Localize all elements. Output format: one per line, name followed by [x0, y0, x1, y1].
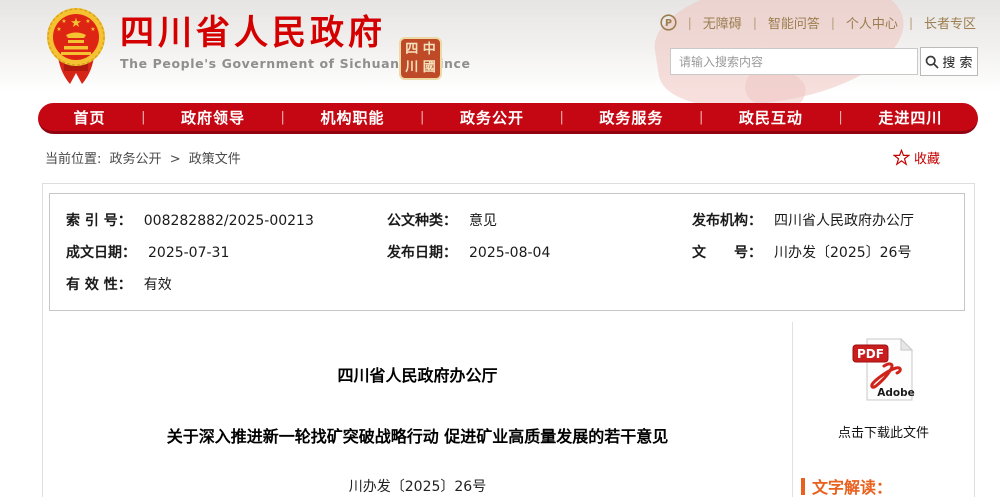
meta-doc-type: 公文种类： 意见 — [371, 205, 676, 237]
section-title: 文字解读： — [812, 474, 892, 497]
nav-separator: | — [699, 110, 703, 125]
section-accent-bar — [801, 478, 805, 495]
meta-value: 008282882/2025-00213 — [144, 213, 314, 229]
nav-separator: | — [281, 110, 285, 125]
seal-char: 川 — [403, 59, 421, 77]
document-meta-grid: 索 引 号： 008282882/2025-00213 公文种类： 意见 发布机构：… — [50, 205, 964, 301]
national-emblem-icon: ★ ★ ★ ★ ★ — [46, 5, 106, 95]
svg-text:★: ★ — [61, 18, 66, 25]
meta-label: 公文种类： — [387, 213, 457, 229]
adobe-label: Adobe — [877, 387, 915, 399]
search-input[interactable] — [670, 48, 918, 75]
nav-item-about-sichuan[interactable]: 走进四川 — [878, 107, 942, 128]
meta-empty-cell — [371, 269, 676, 301]
meta-value: 意见 — [469, 213, 497, 229]
utility-links: P | 无障碍 | 智能问答 | 个人中心 | 长者专区 — [660, 13, 976, 32]
content-panel: 索 引 号： 008282882/2025-00213 公文种类： 意见 发布机构：… — [42, 183, 975, 497]
meta-label: 索 引 号： — [66, 213, 132, 229]
document-title: 关于深入推进新一轮找矿突破战略行动 促进矿业高质量发展的若干意见 — [43, 423, 792, 447]
meta-label: 发布机构： — [692, 213, 762, 229]
meta-index-number: 索 引 号： 008282882/2025-00213 — [50, 205, 371, 237]
meta-publish-date: 发布日期： 2025-08-04 — [371, 237, 676, 269]
document-sidebar: PDF Adobe 点击下载此文件 文字解读： ·自然资源厅：《关于深入推进新一… — [792, 322, 974, 497]
nav-item-interaction[interactable]: 政民互动 — [739, 107, 803, 128]
link-separator: | — [753, 16, 757, 30]
svg-text:★: ★ — [90, 26, 95, 33]
search-button-label: 搜 索 — [942, 52, 972, 71]
nav-separator: | — [838, 110, 842, 125]
link-separator: | — [909, 16, 913, 30]
seal-char: 中 — [421, 41, 439, 59]
breadcrumb-prefix: 当前位置: — [45, 152, 101, 167]
text-interpretation-header: 文字解读： — [801, 474, 974, 497]
svg-text:★: ★ — [85, 18, 90, 25]
link-smart-qa[interactable]: 智能问答 — [768, 13, 820, 32]
meta-doc-number: 文 号： 川办发〔2025〕26号 — [676, 237, 964, 269]
meta-empty-cell — [676, 269, 964, 301]
nav-item-gov-info[interactable]: 政务公开 — [460, 107, 524, 128]
meta-written-date: 成文日期： 2025-07-31 — [50, 237, 371, 269]
svg-text:P: P — [665, 18, 672, 29]
sichuan-seal-stamp: 四 中 川 國 — [399, 37, 442, 80]
breadcrumb-row: 当前位置: 政务公开 > 政策文件 收藏 — [45, 148, 940, 167]
nav-item-functions[interactable]: 机构职能 — [320, 107, 384, 128]
breadcrumb-separator: > — [170, 152, 181, 167]
favorite-label: 收藏 — [914, 148, 940, 167]
search-button[interactable]: 搜 索 — [920, 47, 978, 76]
document-meta-box: 索 引 号： 008282882/2025-00213 公文种类： 意见 发布机构：… — [49, 193, 965, 311]
meta-issuing-agency: 发布机构： 四川省人民政府办公厅 — [676, 205, 964, 237]
document-issuing-org: 四川省人民政府办公厅 — [43, 362, 792, 386]
meta-label: 文 号： — [692, 245, 762, 261]
meta-validity: 有 效 性： 有效 — [50, 269, 371, 301]
pinyin-accessibility-icon[interactable]: P — [660, 14, 677, 31]
meta-label: 成文日期： — [66, 245, 136, 261]
nav-separator: | — [559, 110, 563, 125]
seal-char: 四 — [403, 41, 421, 59]
document-main: 四川省人民政府办公厅 关于深入推进新一轮找矿突破战略行动 促进矿业高质量发展的若… — [43, 322, 792, 497]
link-senior-zone[interactable]: 长者专区 — [924, 13, 976, 32]
document-body-row: 四川省人民政府办公厅 关于深入推进新一轮找矿突破战略行动 促进矿业高质量发展的若… — [43, 322, 974, 497]
breadcrumb: 当前位置: 政务公开 > 政策文件 — [45, 148, 241, 167]
nav-separator: | — [420, 110, 424, 125]
link-personal-center[interactable]: 个人中心 — [846, 13, 898, 32]
search-bar: 搜 索 — [670, 47, 978, 76]
page: ★ ★ ★ ★ ★ 四川省人民政府 The People's Governmen… — [0, 0, 1000, 497]
svg-text:★: ★ — [56, 26, 61, 33]
breadcrumb-gov-info[interactable]: 政务公开 — [110, 152, 162, 167]
site-header: ★ ★ ★ ★ ★ 四川省人民政府 The People's Governmen… — [0, 0, 1000, 100]
star-icon — [893, 149, 910, 166]
meta-value: 四川省人民政府办公厅 — [774, 213, 914, 229]
favorite-button[interactable]: 收藏 — [893, 148, 940, 167]
main-nav: 首页 | 政府领导 | 机构职能 | 政务公开 | 政务服务 | 政民互动 | … — [38, 103, 978, 134]
link-separator: | — [831, 16, 835, 30]
seal-char: 國 — [421, 59, 439, 77]
meta-label: 发布日期： — [387, 245, 457, 261]
meta-value: 川办发〔2025〕26号 — [774, 245, 911, 261]
pdf-badge-label: PDF — [857, 347, 884, 361]
meta-value: 有效 — [144, 277, 172, 293]
svg-text:★: ★ — [70, 16, 82, 31]
download-file-link[interactable]: 点击下载此文件 — [793, 422, 974, 441]
document-number: 川办发〔2025〕26号 — [43, 476, 792, 496]
meta-value: 2025-08-04 — [469, 245, 550, 261]
nav-item-home[interactable]: 首页 — [74, 107, 106, 128]
link-accessibility[interactable]: 无障碍 — [703, 13, 742, 32]
nav-item-leaders[interactable]: 政府领导 — [181, 107, 245, 128]
breadcrumb-policy-docs[interactable]: 政策文件 — [189, 152, 241, 167]
link-separator: | — [688, 16, 692, 30]
meta-value: 2025-07-31 — [148, 245, 229, 261]
nav-separator: | — [141, 110, 145, 125]
meta-label: 有 效 性： — [66, 277, 132, 293]
pdf-download-icon[interactable]: PDF Adobe — [851, 337, 917, 407]
nav-item-gov-services[interactable]: 政务服务 — [599, 107, 663, 128]
search-icon — [925, 55, 939, 69]
national-emblem-logo: ★ ★ ★ ★ ★ — [46, 5, 106, 99]
